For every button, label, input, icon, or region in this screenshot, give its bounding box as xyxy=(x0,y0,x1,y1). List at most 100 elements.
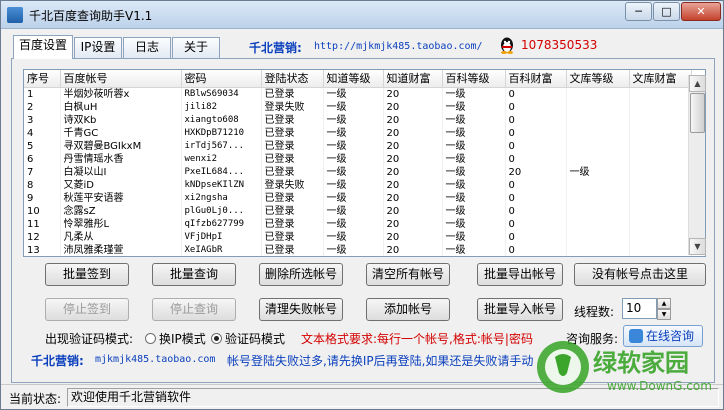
scroll-up-arrow-icon[interactable]: ▲ xyxy=(689,75,706,92)
cell-login-status: 已登录 xyxy=(261,243,324,256)
status-label: 当前状态: xyxy=(9,392,62,406)
scrollbar-thumb[interactable] xyxy=(690,93,705,133)
promo-url-link[interactable]: http://mjkmjk485.taobao.com/ xyxy=(314,41,483,52)
cell-login-status: 登录失败 xyxy=(261,178,324,192)
account-table[interactable]: 序号 百度帐号 密码 登陆状态 知道等级 知道财富 百科等级 百科财富 文库等级… xyxy=(23,69,706,257)
cell-index: 13 xyxy=(24,243,61,256)
table-row[interactable]: 7 白凝以山I PxeIL684... 已登录 一级 20 一级 20 一级 xyxy=(24,165,692,179)
minimize-button[interactable]: ─ xyxy=(625,2,652,21)
cell-baike-wealth: 0 xyxy=(505,178,567,192)
radio-ip-mode[interactable] xyxy=(145,333,156,344)
batch-export-button[interactable]: 批量导出帐号 xyxy=(477,263,563,286)
col-header-account[interactable]: 百度帐号 xyxy=(60,70,182,88)
col-header-baike-level[interactable]: 百科等级 xyxy=(442,70,506,88)
radio-ip-mode-label[interactable]: 换IP模式 xyxy=(159,330,206,347)
spin-down-icon[interactable]: ▼ xyxy=(657,309,671,320)
stop-signin-button[interactable]: 停止签到 xyxy=(45,298,129,321)
cell-baike-level: 一级 xyxy=(442,139,506,153)
table-row[interactable]: 9 秋莲平安语蓉 xi2ngsha 已登录 一级 20 一级 0 xyxy=(24,191,692,205)
cell-baike-level: 一级 xyxy=(442,230,506,244)
cell-baike-wealth: 0 xyxy=(505,126,567,140)
col-header-wenku-level[interactable]: 文库等级 xyxy=(566,70,630,88)
table-row[interactable]: 8 又菱iD kNDpseKIlZN 登录失败 一级 20 一级 0 xyxy=(24,178,692,192)
table-row[interactable]: 3 诗双Kb xiangto608 已登录 一级 20 一级 0 xyxy=(24,113,692,127)
radio-captcha-mode[interactable] xyxy=(211,333,222,344)
cell-zhidao-level: 一级 xyxy=(323,204,384,218)
cell-baike-wealth: 0 xyxy=(505,113,567,127)
table-row[interactable]: 6 丹雪情瑶水香 wenxi2 已登录 一级 20 一级 0 xyxy=(24,152,692,166)
table-row[interactable]: 1 半烟妙莜听蓉x RBlwS69034 已登录 一级 20 一级 0 xyxy=(24,87,692,101)
cell-account: 凡柔从 xyxy=(60,230,182,244)
login-failure-notice: 帐号登陆失败过多,请先换IP后再登陆,如果还是失败请手动 xyxy=(227,354,534,368)
cell-wenku-level xyxy=(566,178,630,192)
cell-wenku-level xyxy=(566,243,630,256)
cell-wenku-level xyxy=(566,100,630,114)
table-row[interactable]: 11 怜翠雅彤L qIfzb627799 已登录 一级 20 一级 0 xyxy=(24,217,692,231)
col-header-zhidao-level[interactable]: 知道等级 xyxy=(323,70,384,88)
col-header-index[interactable]: 序号 xyxy=(24,70,61,88)
threads-input[interactable]: 10 xyxy=(622,298,657,319)
table-row[interactable]: 13 沛凤雅柔瑾萱 XeIAGbR 已登录 一级 20 一级 0 xyxy=(24,243,692,256)
qq-penguin-icon xyxy=(501,37,513,54)
cell-wenku-level xyxy=(566,152,630,166)
cell-wenku-wealth xyxy=(629,230,692,244)
batch-query-button[interactable]: 批量查询 xyxy=(152,263,236,286)
cell-wenku-wealth xyxy=(629,113,692,127)
table-row[interactable]: 12 凡柔从 VFjDHpI 已登录 一级 20 一级 0 xyxy=(24,230,692,244)
col-header-baike-wealth[interactable]: 百科财富 xyxy=(505,70,567,88)
cell-wenku-level: 一级 xyxy=(566,165,630,179)
col-header-zhidao-wealth[interactable]: 知道财富 xyxy=(383,70,443,88)
cell-login-status: 登录失败 xyxy=(261,100,324,114)
cell-password: VFjDHpI xyxy=(181,230,262,244)
cell-baike-wealth: 0 xyxy=(505,243,567,256)
stop-query-button[interactable]: 停止查询 xyxy=(152,298,236,321)
delete-selected-button[interactable]: 删除所选帐号 xyxy=(259,263,343,286)
cell-wenku-wealth xyxy=(629,100,692,114)
cell-wenku-wealth xyxy=(629,126,692,140)
cell-account: 丹雪情瑶水香 xyxy=(60,152,182,166)
cell-zhidao-level: 一级 xyxy=(323,152,384,166)
cell-baike-level: 一级 xyxy=(442,165,506,179)
table-row[interactable]: 2 白枫uH jili82 登录失败 一级 20 一级 0 xyxy=(24,100,692,114)
cell-index: 8 xyxy=(24,178,61,192)
cell-zhidao-level: 一级 xyxy=(323,165,384,179)
cell-baike-wealth: 0 xyxy=(505,191,567,205)
table-row[interactable]: 10 念露sZ plGu0Lj0... 已登录 一级 20 一级 0 xyxy=(24,204,692,218)
table-row[interactable]: 4 千青GC HXKDpB71210 已登录 一级 20 一级 0 xyxy=(24,126,692,140)
cell-zhidao-level: 一级 xyxy=(323,139,384,153)
col-header-password[interactable]: 密码 xyxy=(181,70,262,88)
cell-password: PxeIL684... xyxy=(181,165,262,179)
tab-baidu-settings[interactable]: 百度设置 xyxy=(13,35,73,59)
tab-log[interactable]: 日志 xyxy=(123,37,171,58)
cell-baike-level: 一级 xyxy=(442,204,506,218)
cell-login-status: 已登录 xyxy=(261,139,324,153)
table-vertical-scrollbar[interactable]: ▲ ▼ xyxy=(688,75,706,255)
cell-baike-wealth: 20 xyxy=(505,165,567,179)
batch-signin-button[interactable]: 批量签到 xyxy=(45,263,129,286)
col-header-login-status[interactable]: 登陆状态 xyxy=(261,70,324,88)
cell-index: 10 xyxy=(24,204,61,218)
table-row[interactable]: 5 寻双碧曼BGIkxM irTdj567... 已登录 一级 20 一级 0 xyxy=(24,139,692,153)
add-account-button[interactable]: 添加帐号 xyxy=(366,298,450,321)
cell-index: 6 xyxy=(24,152,61,166)
qq-number: 1078350533 xyxy=(521,38,598,52)
tab-about[interactable]: 关于 xyxy=(172,37,220,58)
maximize-button[interactable]: □ xyxy=(653,2,680,21)
cell-baike-level: 一级 xyxy=(442,126,506,140)
spin-up-icon[interactable]: ▲ xyxy=(657,298,671,309)
batch-import-button[interactable]: 批量导入帐号 xyxy=(477,298,563,321)
scroll-down-arrow-icon[interactable]: ▼ xyxy=(689,238,706,255)
radio-captcha-mode-label[interactable]: 验证码模式 xyxy=(225,330,285,347)
cell-baike-wealth: 0 xyxy=(505,230,567,244)
cell-zhidao-wealth: 20 xyxy=(383,230,443,244)
close-button[interactable]: ✕ xyxy=(681,2,721,21)
bottom-promo-url-link[interactable]: mjkmjk485.taobao.com xyxy=(95,354,215,365)
cell-index: 4 xyxy=(24,126,61,140)
clean-failed-button[interactable]: 清理失败帐号 xyxy=(259,298,343,321)
cell-wenku-wealth xyxy=(629,152,692,166)
no-account-button[interactable]: 没有帐号点击这里 xyxy=(574,263,706,286)
downg-watermark-logo: 绿软家园 www.DownG.com xyxy=(537,341,712,393)
clear-all-button[interactable]: 清空所有帐号 xyxy=(366,263,450,286)
tab-ip-settings[interactable]: IP设置 xyxy=(74,37,122,58)
col-header-wenku-wealth[interactable]: 文库财富 xyxy=(629,70,692,88)
